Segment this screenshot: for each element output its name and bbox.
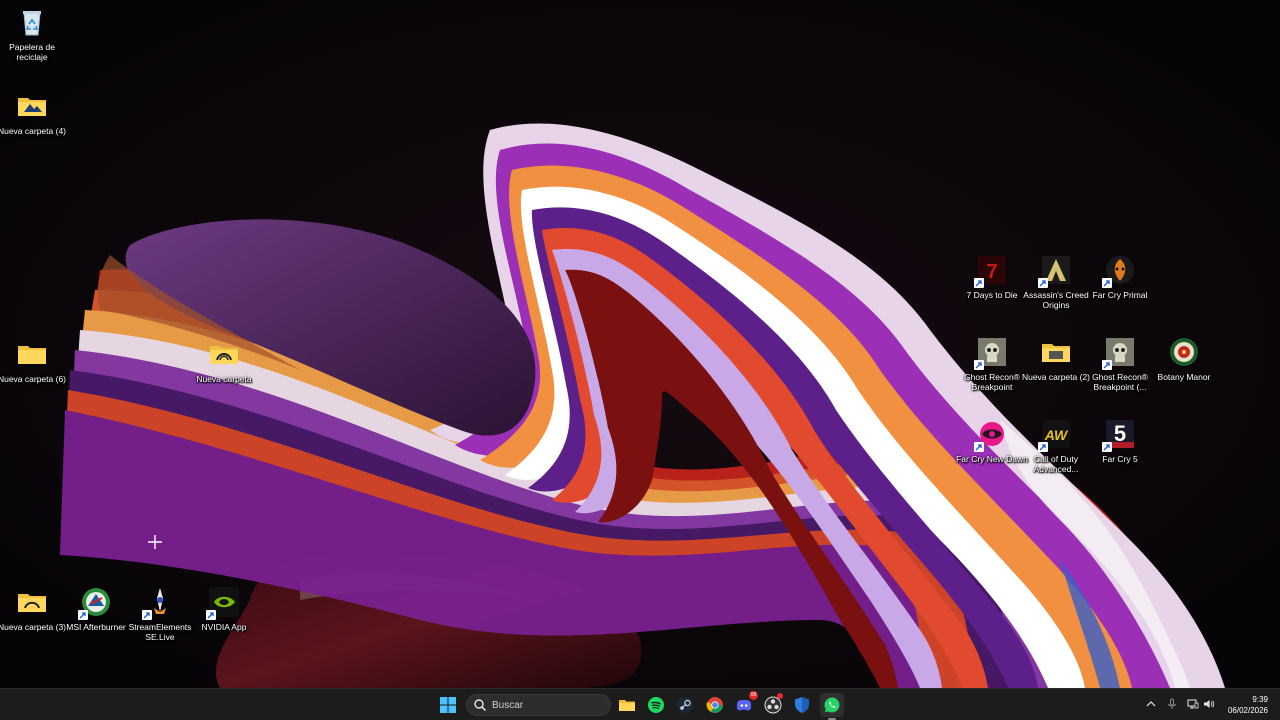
- desktop-icon-nvidia-app[interactable]: NVIDIA App: [192, 584, 256, 664]
- desktop-icon-ghost-recon-breakpoint-2[interactable]: Ghost Recon® Breakpoint (...: [1088, 334, 1152, 414]
- msi-afterburner-icon: [78, 586, 112, 620]
- desktop-icon-label: Botany Manor: [1157, 372, 1211, 382]
- desktop-icon-botany-manor[interactable]: Botany Manor: [1152, 334, 1216, 414]
- desktop-icon-streamelements[interactable]: StreamElements SE.Live: [128, 584, 192, 664]
- desktop-icon-ac-origins[interactable]: Assassin's Creed Origins: [1023, 252, 1089, 332]
- desktop-icon-label: Nueva carpeta (4): [0, 126, 67, 136]
- taskbar-clock[interactable]: 9:39 06/02/2026: [1208, 694, 1268, 716]
- clock-date: 06/02/2026: [1227, 706, 1268, 715]
- desktop-icon-msi-afterburner[interactable]: MSI Afterburner: [64, 584, 128, 664]
- game-ac-origins-icon: [1038, 254, 1072, 288]
- taskbar-obs-studio[interactable]: [761, 693, 785, 717]
- desktop-icon-label: Nueva carpeta: [196, 374, 252, 384]
- folder-icon: [619, 700, 635, 711]
- game-far-cry-5-icon: 5: [1102, 418, 1136, 452]
- desktop-icon-far-cry-5[interactable]: 5 Far Cry 5: [1088, 416, 1152, 496]
- folder-icon: [208, 338, 240, 370]
- folder-icon: [16, 90, 48, 122]
- shield-icon: [795, 697, 809, 713]
- windows-logo-icon: [440, 697, 456, 713]
- shortcut-arrow-icon: [1038, 442, 1048, 452]
- desktop-icon-label: Far Cry Primal: [1092, 290, 1148, 300]
- desktop-icon-label: MSI Afterburner: [66, 622, 126, 632]
- desktop-icon-folder-4[interactable]: Nueva carpeta (4): [0, 88, 66, 168]
- desktop-icon-label: NVIDIA App: [201, 622, 247, 632]
- desktop-icon-7-days-to-die[interactable]: 7 7 Days to Die: [960, 252, 1024, 332]
- desktop-icon-label: 7 Days to Die: [966, 290, 1018, 300]
- taskbar-whatsapp[interactable]: [820, 693, 844, 720]
- desktop-icon-label: StreamElements SE.Live: [128, 622, 192, 642]
- shortcut-arrow-icon: [974, 360, 984, 370]
- microphone-icon: [1168, 698, 1176, 709]
- game-far-cry-new-dawn-icon: [974, 418, 1008, 452]
- recycle-bin-icon: [16, 6, 48, 38]
- game-7dtd-icon: 7: [974, 254, 1008, 288]
- desktop-icon-label: Papelera de reciclaje: [9, 42, 55, 62]
- game-ghost-recon-icon: [974, 336, 1008, 370]
- taskbar-chrome[interactable]: [703, 693, 727, 717]
- desktop-icon-label: Nueva carpeta (6): [0, 374, 67, 384]
- desktop-icon-label: Ghost Recon® Breakpoint (...: [1092, 372, 1148, 392]
- streamelements-icon: [142, 586, 176, 620]
- notification-badge: 99: [749, 691, 758, 700]
- taskbar: Buscar 99 9:39 06/02/2026: [0, 688, 1280, 720]
- shortcut-arrow-icon: [974, 442, 984, 452]
- shortcut-arrow-icon: [1102, 278, 1112, 288]
- taskbar-discord[interactable]: 99: [732, 691, 758, 717]
- folder-icon: [16, 586, 48, 618]
- shortcut-arrow-icon: [974, 278, 984, 288]
- desktop-icon-cod-advanced-warfare[interactable]: AW Call of Duty Advanced...: [1024, 416, 1088, 496]
- svg-text:AW: AW: [1044, 427, 1069, 443]
- folder-icon: [1040, 336, 1072, 368]
- shortcut-arrow-icon: [142, 610, 152, 620]
- desktop-icon-label: Call of Duty Advanced...: [1033, 454, 1079, 474]
- desktop-icon-recycle-bin[interactable]: Papelera de reciclaje: [0, 4, 64, 84]
- game-cod-aw-icon: AW: [1038, 418, 1072, 452]
- desktop-icon-label: Ghost Recon® Breakpoint: [964, 372, 1020, 392]
- shortcut-arrow-icon: [1102, 360, 1112, 370]
- shortcut-arrow-icon: [206, 610, 216, 620]
- tray-network[interactable]: [1186, 697, 1200, 711]
- tray-microphone[interactable]: [1165, 697, 1179, 711]
- svg-text:7: 7: [986, 261, 997, 283]
- desktop-icon-folder[interactable]: Nueva carpeta: [192, 336, 256, 416]
- whatsapp-icon: [824, 697, 840, 713]
- desktop-icon-label: Far Cry New Dawn: [956, 454, 1028, 464]
- taskbar-file-explorer[interactable]: [615, 693, 639, 717]
- steam-icon: [677, 697, 693, 713]
- clock-time: 9:39: [1252, 695, 1268, 704]
- game-far-cry-primal-icon: [1102, 254, 1136, 288]
- search-placeholder: Buscar: [492, 699, 524, 711]
- desktop-icon-label: Far Cry 5: [1102, 454, 1138, 464]
- desktop-icon-label: Nueva carpeta (2): [1021, 372, 1091, 382]
- taskbar-search-box[interactable]: Buscar: [466, 694, 611, 716]
- chevron-up-icon: [1146, 701, 1156, 707]
- taskbar-security[interactable]: [790, 693, 814, 717]
- taskbar-steam[interactable]: [673, 693, 697, 717]
- start-button[interactable]: [436, 693, 460, 717]
- shortcut-arrow-icon: [78, 610, 88, 620]
- nvidia-icon: [206, 586, 240, 620]
- desktop-icon-folder-3[interactable]: Nueva carpeta (3): [0, 584, 66, 664]
- desktop-icon-ghost-recon-breakpoint[interactable]: Ghost Recon® Breakpoint: [960, 334, 1024, 414]
- desktop-icon-far-cry-primal[interactable]: Far Cry Primal: [1088, 252, 1152, 332]
- taskbar-spotify[interactable]: [644, 693, 668, 717]
- recording-dot-icon: [777, 693, 783, 699]
- desktop-icon-folder-6[interactable]: Nueva carpeta (6): [0, 336, 66, 416]
- crosshair-cursor-icon: [148, 535, 162, 549]
- desktop-icon-label: Assassin's Creed Origins: [1023, 290, 1089, 310]
- chrome-icon: [706, 697, 723, 713]
- shortcut-arrow-icon: [1038, 278, 1048, 288]
- spotify-icon: [648, 697, 664, 713]
- network-icon: [1187, 699, 1199, 709]
- game-botany-manor-icon: [1168, 336, 1200, 368]
- svg-text:5: 5: [1114, 421, 1126, 446]
- shortcut-arrow-icon: [1102, 442, 1112, 452]
- desktop-icon-folder-2[interactable]: Nueva carpeta (2): [1022, 334, 1090, 414]
- show-hidden-icons-button[interactable]: [1144, 697, 1158, 711]
- folder-icon: [16, 338, 48, 370]
- game-ghost-recon-icon: [1102, 336, 1136, 370]
- desktop-icon-far-cry-new-dawn[interactable]: Far Cry New Dawn: [956, 416, 1028, 496]
- search-icon: [474, 699, 487, 712]
